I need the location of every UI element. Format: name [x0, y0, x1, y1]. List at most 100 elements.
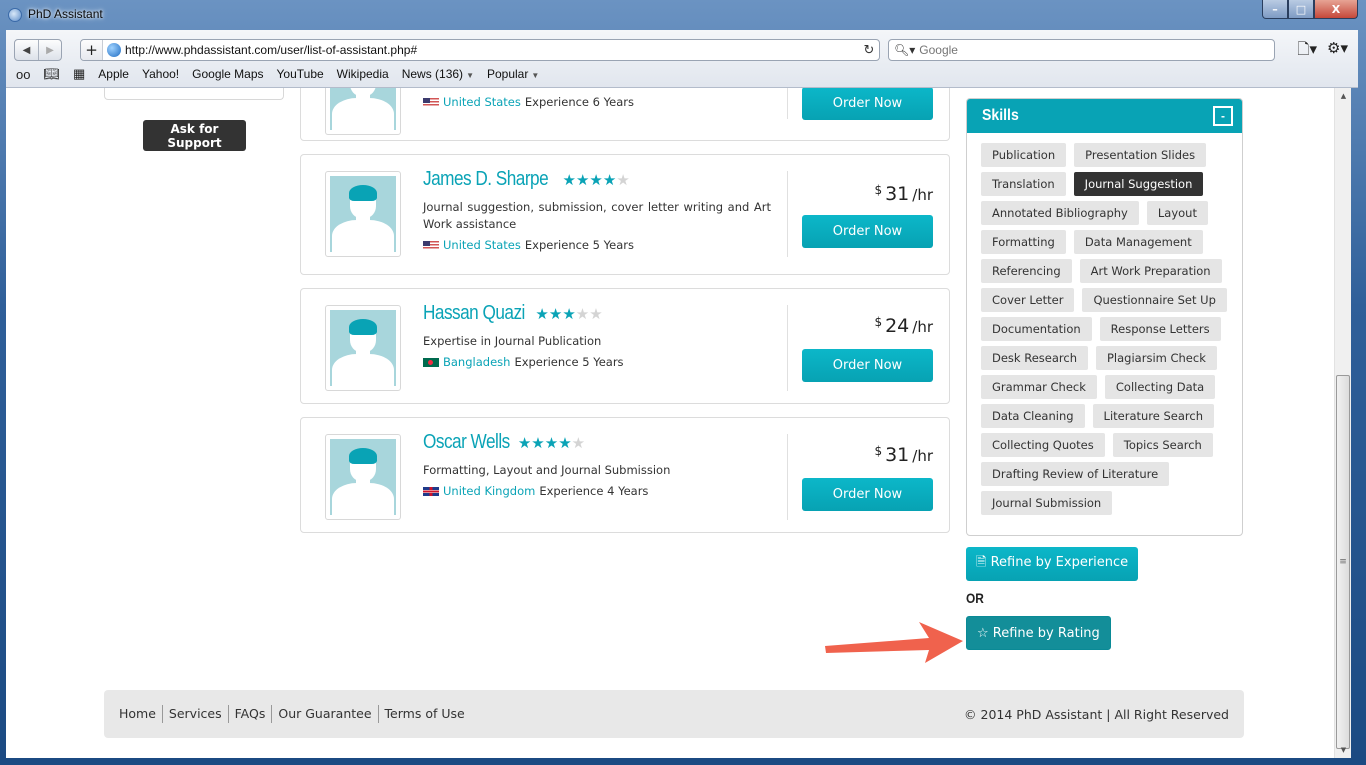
vertical-scrollbar[interactable]: ▲ ≡ ▼ [1334, 88, 1351, 758]
flag-uk-icon [423, 486, 439, 496]
search-bar[interactable]: 🔍︎▾ [888, 39, 1275, 61]
order-now-button[interactable]: Order Now [802, 215, 933, 248]
rating-stars: ★★★★★ [563, 171, 630, 189]
top-sites-grid-icon[interactable]: ▦ [73, 66, 85, 82]
close-button[interactable]: X [1314, 0, 1358, 19]
bookmark-yahoo[interactable]: Yahoo! [142, 67, 179, 81]
bookmark-popular-folder[interactable]: Popular ▼ [487, 67, 539, 81]
flag-us-icon [423, 97, 439, 107]
order-now-button[interactable]: Order Now [802, 349, 933, 382]
bookmark-news-label: News (136) [401, 67, 464, 81]
footer-link[interactable]: Services [161, 705, 228, 723]
star-empty-icon: ★ [616, 170, 630, 189]
country-link[interactable]: United States [443, 238, 521, 252]
skill-tag[interactable]: Journal Submission [981, 491, 1113, 515]
bookmark-popular-label: Popular [486, 67, 529, 81]
maximize-button[interactable]: □ [1288, 0, 1314, 19]
reload-icon[interactable]: ↻ [859, 43, 879, 58]
scroll-down-arrow-icon[interactable]: ▼ [1335, 742, 1352, 758]
order-now-button[interactable]: Order Now [802, 478, 933, 511]
page-menu-icon[interactable]: 🗋▾ [1297, 39, 1317, 64]
skill-tag[interactable]: Collecting Data [1104, 375, 1216, 399]
user-silhouette-icon [330, 176, 396, 252]
star-filled-icon: ★ [589, 170, 603, 189]
skill-tag[interactable]: Topics Search [1112, 433, 1213, 457]
skill-tag[interactable]: Presentation Slides [1074, 143, 1207, 167]
footer-link[interactable]: Terms of Use [377, 705, 471, 723]
order-now-button[interactable]: Order Now [802, 88, 933, 120]
assistant-name[interactable]: Hassan Quazi [423, 302, 525, 325]
bookmarks-bar: oo 📖︎ ▦ Apple Yahoo! Google Maps YouTube… [16, 66, 539, 82]
skill-tag[interactable]: Grammar Check [981, 375, 1097, 399]
assistant-location: Bangladesh Experience 5 Years [423, 355, 771, 369]
assistant-name[interactable]: James D. Sharpe [423, 168, 549, 191]
page-viewport: Ask for Support United States Experience… [6, 88, 1334, 758]
hourly-rate: $24/hr [874, 315, 933, 337]
skill-tag[interactable]: Cover Letter [981, 288, 1075, 312]
bookmark-youtube[interactable]: YouTube [277, 67, 324, 81]
hourly-rate: $31/hr [874, 183, 933, 205]
skill-tag[interactable]: Response Letters [1099, 317, 1221, 341]
skill-tag[interactable]: Layout [1146, 201, 1208, 225]
skill-tag[interactable]: Literature Search [1092, 404, 1215, 428]
scrollbar-thumb[interactable]: ≡ [1336, 375, 1350, 749]
search-input[interactable] [919, 43, 1260, 57]
skill-tag[interactable]: Drafting Review of Literature [981, 462, 1170, 486]
footer-link[interactable]: FAQs [227, 705, 272, 723]
skill-tag[interactable]: Collecting Quotes [981, 433, 1105, 457]
skill-tag[interactable]: Publication [981, 143, 1067, 167]
copyright-text: © 2014 PhD Assistant | All Right Reserve… [964, 706, 1229, 722]
flag-bd-icon [423, 357, 439, 367]
url-input[interactable]: http://www.phdassistant.com/user/list-of… [125, 43, 859, 57]
ask-for-support-button[interactable]: Ask for Support [143, 120, 246, 151]
footer-link[interactable]: Our Guarantee [271, 705, 377, 723]
assistant-description: Expertise in Journal Publication [423, 334, 602, 348]
forward-button[interactable]: ▶ [38, 40, 61, 60]
add-bookmark-button[interactable]: + [81, 40, 103, 60]
skill-tag[interactable]: Annotated Bibliography [981, 201, 1139, 225]
collapse-skills-button[interactable]: - [1213, 106, 1233, 126]
minimize-button[interactable]: – [1262, 0, 1288, 19]
skill-tag[interactable]: Formatting [981, 230, 1066, 254]
back-button[interactable]: ◀ [15, 40, 38, 60]
bookmark-apple[interactable]: Apple [98, 67, 129, 81]
refine-by-rating-button[interactable]: ☆ Refine by Rating [966, 616, 1111, 650]
skill-tag[interactable]: Plagiarsim Check [1096, 346, 1217, 370]
skill-tag[interactable]: Data Management [1073, 230, 1203, 254]
skill-tag[interactable]: Translation [981, 172, 1066, 196]
country-link[interactable]: Bangladesh [443, 355, 510, 369]
flag-us-icon [423, 240, 439, 250]
nav-buttons: ◀ ▶ [14, 39, 62, 61]
skill-tag[interactable]: Journal Suggestion [1073, 172, 1204, 196]
refine-by-experience-button[interactable]: 🗎 Refine by Experience [966, 547, 1139, 581]
assistant-location: United States Experience 5 Years [423, 238, 771, 252]
document-icon: 🗎 [976, 555, 987, 570]
skill-tag[interactable]: Documentation [981, 317, 1092, 341]
reading-list-icon[interactable]: oo [16, 67, 30, 82]
skill-tag[interactable]: Referencing [981, 259, 1072, 283]
bookmark-google-maps[interactable]: Google Maps [192, 67, 263, 81]
gear-icon[interactable]: ⚙▾ [1327, 39, 1348, 64]
skill-tag[interactable]: Desk Research [981, 346, 1088, 370]
bookmark-news-folder[interactable]: News (136) ▼ [402, 67, 474, 81]
window-title: PhD Assistant [28, 7, 103, 21]
skill-tag[interactable]: Data Cleaning [981, 404, 1085, 428]
star-filled-icon: ★ [562, 170, 576, 189]
footer-link[interactable]: Home [119, 705, 162, 723]
scroll-up-arrow-icon[interactable]: ▲ [1335, 88, 1352, 104]
skills-header: Skills - [967, 99, 1242, 133]
address-bar[interactable]: + http://www.phdassistant.com/user/list-… [80, 39, 880, 61]
book-icon[interactable]: 📖︎ [43, 66, 60, 82]
user-silhouette-icon [330, 439, 396, 515]
skill-tag[interactable]: Art Work Preparation [1079, 259, 1222, 283]
skill-tag[interactable]: Questionnaire Set Up [1082, 288, 1227, 312]
refine-by-experience-label: Refine by Experience [990, 555, 1129, 570]
assistant-name[interactable]: Oscar Wells [423, 431, 510, 454]
search-icon[interactable]: 🔍︎▾ [894, 43, 915, 57]
user-silhouette-icon [330, 310, 396, 386]
card-divider [787, 88, 788, 119]
bookmark-wikipedia[interactable]: Wikipedia [337, 67, 389, 81]
footer: Home Services FAQs Our Guarantee Terms of Us… [104, 690, 1244, 738]
country-link[interactable]: United Kingdom [443, 484, 535, 498]
country-link[interactable]: United States [443, 95, 521, 109]
